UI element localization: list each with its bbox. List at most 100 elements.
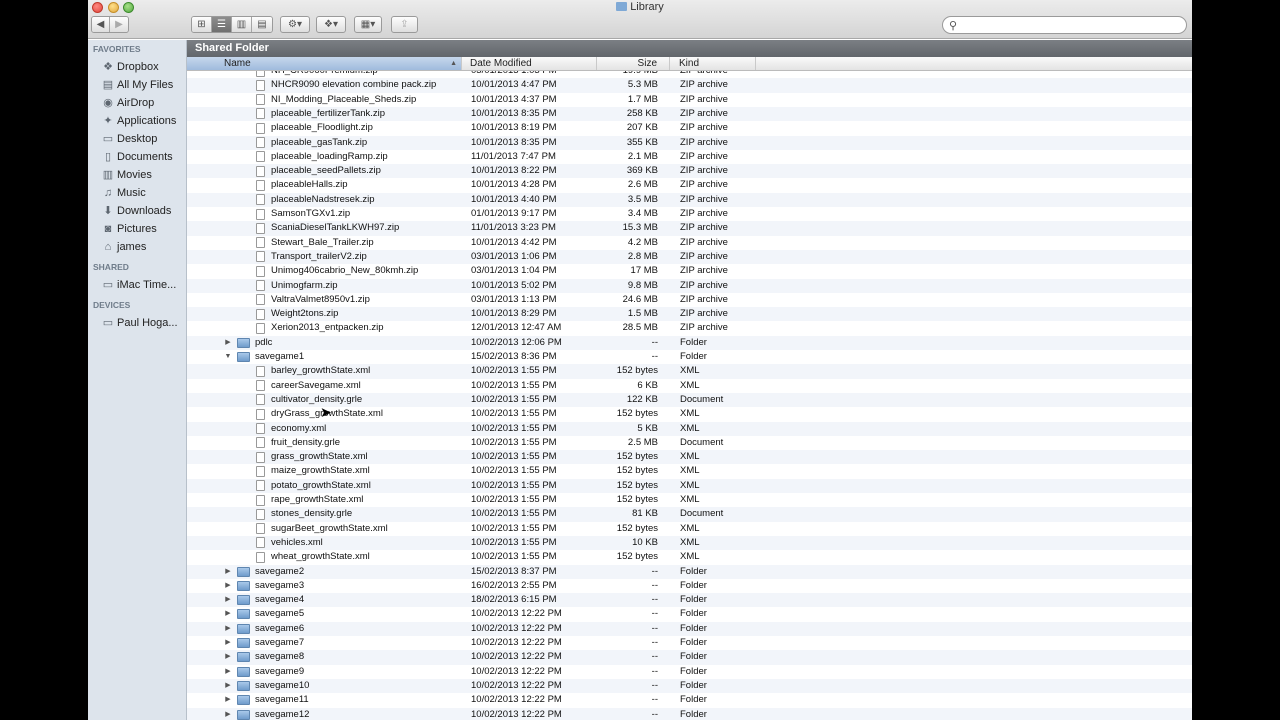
folder-row[interactable]: ▶ savegame7 10/02/2013 12:22 PM -- Folder	[187, 636, 1192, 650]
file-row[interactable]: ValtraValmet8950v1.zip 03/01/2013 1:13 PM…	[187, 293, 1192, 307]
file-row[interactable]: placeableHalls.zip 10/01/2013 4:28 PM 2.6 …	[187, 178, 1192, 192]
file-kind: ZIP archive	[680, 279, 728, 291]
file-row[interactable]: vehicles.xml 10/02/2013 1:55 PM 10 KB XML	[187, 535, 1192, 551]
file-name: placeableHalls.zip	[271, 179, 348, 191]
folder-row[interactable]: ▶ savegame5 10/02/2013 12:22 PM -- Folder	[187, 607, 1192, 621]
disclosure-expanded-icon[interactable]: ▼	[224, 350, 232, 364]
file-row[interactable]: placeable_Floodlight.zip 10/01/2013 8:19 …	[187, 121, 1192, 135]
folder-row[interactable]: ▶ savegame9 10/02/2013 12:22 PM -- Folder	[187, 665, 1192, 679]
file-row[interactable]: grass_growthState.xml 10/02/2013 1:55 PM 1…	[187, 450, 1192, 465]
document-icon	[256, 208, 265, 220]
date-modified: 10/01/2013 8:35 PM	[471, 136, 557, 148]
file-row[interactable]: placeableNadstresek.zip 10/01/2013 4:40 P…	[187, 192, 1192, 207]
sidebar-item-downloads[interactable]: ⬇ Downloads	[88, 202, 186, 220]
file-row[interactable]: maize_growthState.xml 10/02/2013 1:55 PM 1…	[187, 464, 1192, 478]
folder-row[interactable]: ▶ savegame6 10/02/2013 12:22 PM -- Folder	[187, 621, 1192, 636]
file-row[interactable]: Xerion2013_entpacken.zip 12/01/2013 12:47…	[187, 321, 1192, 335]
file-row[interactable]: fruit_density.grle 10/02/2013 1:55 PM 2.5 …	[187, 436, 1192, 450]
sidebar-item-paul-hoga[interactable]: ▭ Paul Hoga...	[88, 314, 186, 332]
date-modified: 10/01/2013 4:40 PM	[471, 193, 557, 205]
file-row[interactable]: ScaniaDieselTankLKWH97.zip 11/01/2013 3:2…	[187, 221, 1192, 236]
date-modified: 03/01/2013 1:06 PM	[471, 250, 557, 262]
file-row[interactable]: Unimog406cabrio_New_80kmh.zip 03/01/2013 …	[187, 264, 1192, 278]
disclosure-collapsed-icon[interactable]: ▶	[224, 336, 232, 350]
sidebar-item-documents[interactable]: ▯ Documents	[88, 148, 186, 166]
file-row[interactable]: careerSavegame.xml 10/02/2013 1:55 PM 6 KB…	[187, 379, 1192, 393]
disclosure-collapsed-icon[interactable]: ▶	[224, 579, 232, 593]
file-row[interactable]: wheat_growthState.xml 10/02/2013 1:55 PM 1…	[187, 550, 1192, 564]
file-row[interactable]: rape_growthState.xml 10/02/2013 1:55 PM 15…	[187, 493, 1192, 507]
file-row[interactable]: Transport_trailerV2.zip 03/01/2013 1:06 P…	[187, 249, 1192, 265]
disclosure-collapsed-icon[interactable]: ▶	[224, 693, 232, 707]
disclosure-collapsed-icon[interactable]: ▶	[224, 665, 232, 679]
file-row[interactable]: SamsonTGXv1.zip 01/01/2013 9:17 PM 3.4 MB Z…	[187, 207, 1192, 221]
back-button[interactable]: ◀	[92, 17, 110, 32]
sidebar-item-movies[interactable]: ▥ Movies	[88, 166, 186, 184]
file-row[interactable]: NHCR9090 elevation combine pack.zip 10/01…	[187, 78, 1192, 93]
disclosure-collapsed-icon[interactable]: ▶	[224, 622, 232, 636]
file-row[interactable]: Weight2tons.zip 10/01/2013 8:29 PM 1.5 MB Z…	[187, 307, 1192, 322]
column-view-button[interactable]: ▥	[232, 17, 252, 32]
folder-row[interactable]: ▶ savegame10 10/02/2013 12:22 PM -- Folder	[187, 678, 1192, 694]
icon-view-button[interactable]: ⊞	[192, 17, 212, 32]
folder-row[interactable]: ▶ savegame11 10/02/2013 12:22 PM -- Folder	[187, 693, 1192, 707]
cover-flow-button[interactable]: ▤	[252, 17, 272, 32]
downloads-icon: ⬇	[103, 205, 113, 217]
sidebar-item-applications[interactable]: ✦ Applications	[88, 112, 186, 130]
date-column-header[interactable]: Date Modified	[462, 57, 597, 70]
file-size: 152 bytes	[616, 451, 658, 463]
file-row[interactable]: placeable_seedPallets.zip 10/01/2013 8:22…	[187, 164, 1192, 179]
sidebar-item-james[interactable]: ⌂ james	[88, 238, 186, 256]
disclosure-collapsed-icon[interactable]: ▶	[224, 679, 232, 693]
file-row[interactable]: barley_growthState.xml 10/02/2013 1:55 PM…	[187, 364, 1192, 379]
sidebar-item-label: Dropbox	[117, 61, 159, 73]
file-name: pdlc	[255, 336, 273, 348]
disclosure-collapsed-icon[interactable]: ▶	[224, 708, 232, 720]
folder-icon	[616, 2, 628, 11]
view-mode-control: ⊞ ☰ ▥ ▤	[191, 16, 273, 33]
size-column-header[interactable]: Size	[597, 57, 670, 70]
sidebar-item-imac-time[interactable]: ▭ iMac Time...	[88, 276, 186, 294]
file-row[interactable]: stones_density.grle 10/02/2013 1:55 PM 81 …	[187, 507, 1192, 522]
sidebar-item-music[interactable]: ♫ Music	[88, 184, 186, 202]
file-row[interactable]: placeable_loadingRamp.zip 11/01/2013 7:47…	[187, 150, 1192, 164]
file-row[interactable]: cultivator_density.grle 10/02/2013 1:55 P…	[187, 392, 1192, 408]
file-row[interactable]: Unimogfarm.zip 10/01/2013 5:02 PM 9.8 MB ZI…	[187, 278, 1192, 293]
folder-row[interactable]: ▶ savegame12 10/02/2013 12:22 PM -- Folder	[187, 707, 1192, 720]
disclosure-collapsed-icon[interactable]: ▶	[224, 565, 232, 579]
disclosure-collapsed-icon[interactable]: ▶	[224, 636, 232, 650]
forward-button[interactable]: ▶	[110, 17, 128, 32]
file-list[interactable]: NH_CR9060Premium.zip03/01/2013 1:03 PM19…	[187, 64, 1192, 720]
folder-row[interactable]: ▶ savegame2 15/02/2013 8:37 PM -- Folder	[187, 564, 1192, 579]
file-row[interactable]: sugarBeet_growthState.xml 10/02/2013 1:55…	[187, 522, 1192, 536]
file-row[interactable]: Stewart_Bale_Trailer.zip 10/01/2013 4:42 …	[187, 236, 1192, 250]
file-kind: Folder	[680, 608, 707, 620]
share-button[interactable]: ⇪	[391, 16, 418, 33]
folder-row[interactable]: ▶ pdlc 10/02/2013 12:06 PM -- Folder	[187, 335, 1192, 350]
list-view-button[interactable]: ☰	[212, 17, 232, 32]
disclosure-collapsed-icon[interactable]: ▶	[224, 593, 232, 607]
disclosure-collapsed-icon[interactable]: ▶	[224, 650, 232, 664]
disclosure-collapsed-icon[interactable]: ▶	[224, 607, 232, 621]
folder-row[interactable]: ▶ savegame8 10/02/2013 12:22 PM -- Folder	[187, 650, 1192, 665]
sidebar-item-airdrop[interactable]: ◉ AirDrop	[88, 94, 186, 112]
kind-column-header[interactable]: Kind	[670, 57, 756, 70]
sidebar-item-desktop[interactable]: ▭ Desktop	[88, 130, 186, 148]
folder-row[interactable]: ▶ savegame3 16/02/2013 2:55 PM -- Folder	[187, 579, 1192, 593]
file-row[interactable]: economy.xml 10/02/2013 1:55 PM 5 KB XML	[187, 421, 1192, 436]
file-row[interactable]: NI_Modding_Placeable_Sheds.zip 10/01/2013…	[187, 93, 1192, 107]
search-field[interactable]: ⚲	[942, 16, 1187, 34]
sidebar-item-pictures[interactable]: ◙ Pictures	[88, 220, 186, 238]
file-row[interactable]: dryGrass_growthState.xml 10/02/2013 1:55 …	[187, 407, 1192, 421]
name-column-header[interactable]: Name ▲	[187, 57, 462, 70]
file-row[interactable]: potato_growthState.xml 10/02/2013 1:55 PM…	[187, 478, 1192, 493]
action-menu-button[interactable]: ⚙▾	[280, 16, 310, 33]
arrange-menu-button[interactable]: ▦▾	[354, 16, 382, 33]
sidebar-item-dropbox[interactable]: ❖ Dropbox	[88, 58, 186, 76]
folder-row[interactable]: ▶ savegame4 18/02/2013 6:15 PM -- Folder	[187, 593, 1192, 608]
dropbox-menu-button[interactable]: ❖▾	[316, 16, 346, 33]
folder-row[interactable]: ▼ savegame1 15/02/2013 8:36 PM -- Folder	[187, 350, 1192, 364]
file-row[interactable]: placeable_gasTank.zip 10/01/2013 8:35 PM 3…	[187, 135, 1192, 150]
file-row[interactable]: placeable_fertilizerTank.zip 10/01/2013 8…	[187, 106, 1192, 122]
sidebar-item-all-my-files[interactable]: ▤ All My Files	[88, 76, 186, 94]
